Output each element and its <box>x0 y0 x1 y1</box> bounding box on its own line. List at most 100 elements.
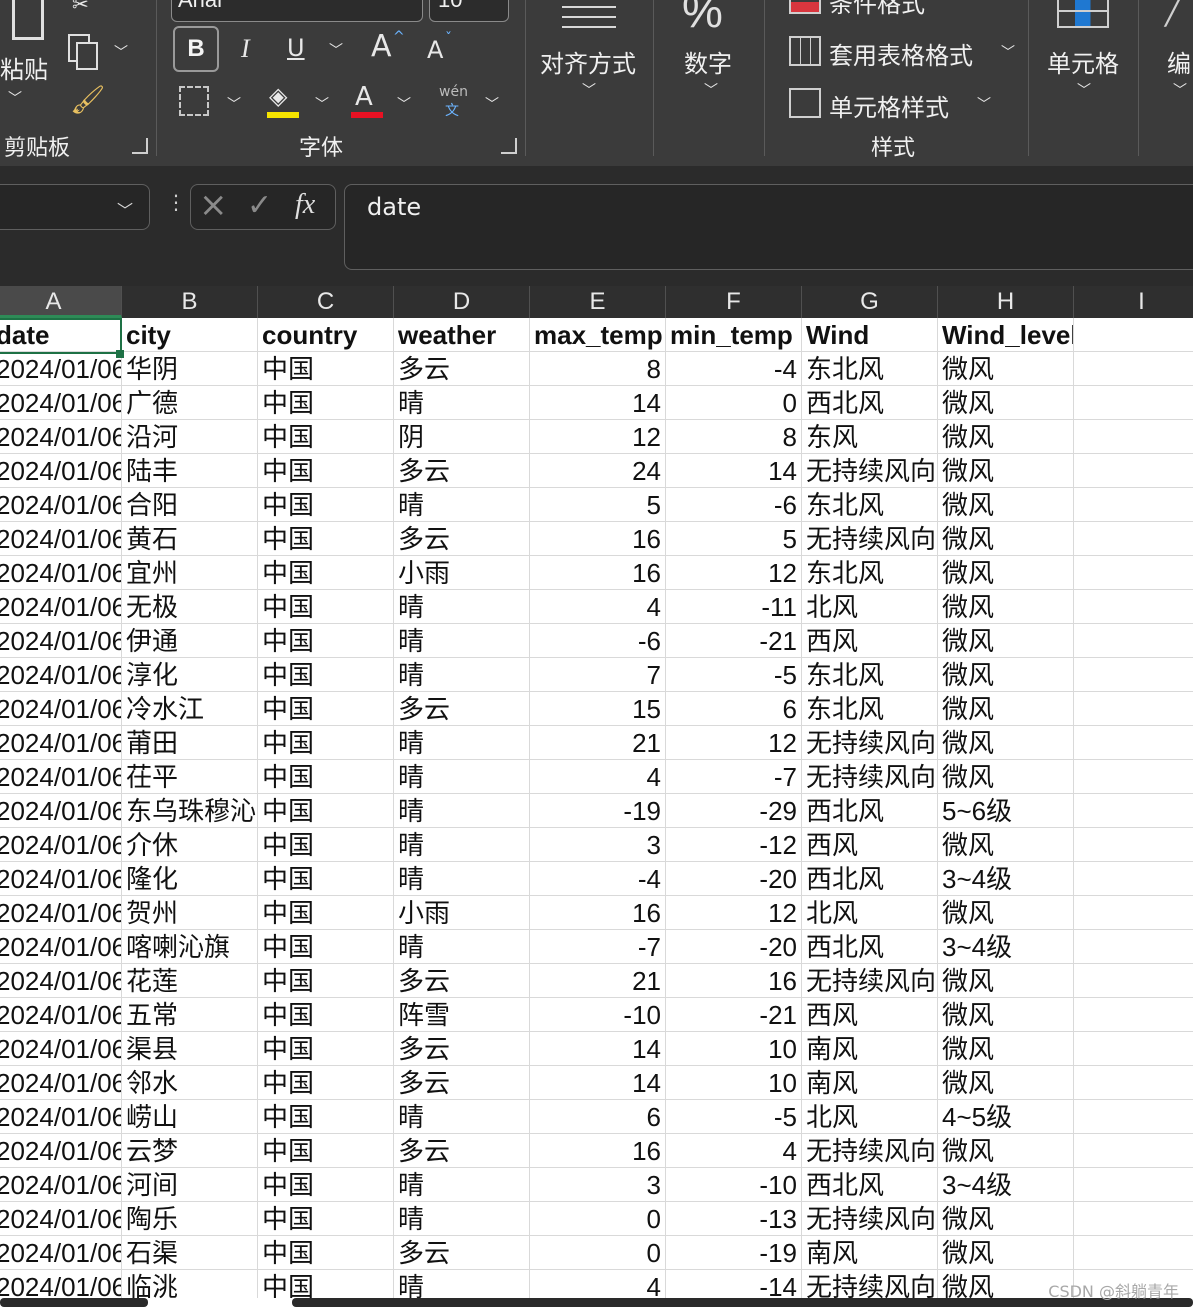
cell-e[interactable]: 16 <box>530 556 666 590</box>
cell-a[interactable]: 2024/01/06 <box>0 1202 122 1236</box>
empty-cell[interactable] <box>1074 896 1193 930</box>
cell-a[interactable]: 2024/01/06 <box>0 964 122 998</box>
empty-cell[interactable] <box>1074 964 1193 998</box>
cell-f[interactable]: -10 <box>666 1168 802 1202</box>
cell-h[interactable]: 微风 <box>938 726 1074 760</box>
cell-b[interactable]: 渠县 <box>122 1032 258 1066</box>
cell-h[interactable]: 微风 <box>938 692 1074 726</box>
cell-g[interactable]: 西北风 <box>802 794 938 828</box>
cell-e[interactable]: 0 <box>530 1236 666 1270</box>
cell-g[interactable]: 西北风 <box>802 386 938 420</box>
cell-g[interactable]: 西风 <box>802 828 938 862</box>
alignment-button[interactable]: 对齐方式 ﹀ <box>526 0 652 156</box>
cell-c[interactable]: 中国 <box>258 930 394 964</box>
cell-b[interactable]: 河间 <box>122 1168 258 1202</box>
cell-c[interactable]: 中国 <box>258 658 394 692</box>
cell-c[interactable]: 中国 <box>258 896 394 930</box>
cells-button[interactable]: 单元格 ﹀ <box>1029 0 1137 156</box>
cell-d[interactable]: 晴 <box>394 1100 530 1134</box>
cell-e[interactable]: 4 <box>530 760 666 794</box>
cell-b[interactable]: 无极 <box>122 590 258 624</box>
cell-styles-button[interactable]: 单元格样式 ﹀ <box>787 86 1023 122</box>
cell-a[interactable]: 2024/01/06 <box>0 658 122 692</box>
cell-h[interactable]: 4~5级 <box>938 1100 1074 1134</box>
borders-dropdown-icon[interactable]: ﹀ <box>227 94 241 114</box>
cell-c[interactable]: 中国 <box>258 964 394 998</box>
cell-f[interactable]: -13 <box>666 1202 802 1236</box>
cell-g[interactable]: 东北风 <box>802 658 938 692</box>
cell-e[interactable]: 15 <box>530 692 666 726</box>
font-size-select[interactable]: 10 ﹀ <box>429 0 509 22</box>
formula-bar-grip-icon[interactable]: ⋮ <box>166 192 186 212</box>
cell-h[interactable]: 微风 <box>938 1236 1074 1270</box>
cell-e[interactable]: 3 <box>530 828 666 862</box>
cell-a[interactable]: 2024/01/06 <box>0 760 122 794</box>
cell-a[interactable]: 2024/01/06 <box>0 522 122 556</box>
cell-c[interactable]: 中国 <box>258 1100 394 1134</box>
cell-f[interactable]: -6 <box>666 488 802 522</box>
underline-dropdown-icon[interactable]: ﹀ <box>329 40 343 60</box>
empty-cell[interactable] <box>1074 386 1193 420</box>
font-name-select[interactable]: Arial ﹀ <box>171 0 423 22</box>
cell-e[interactable]: -6 <box>530 624 666 658</box>
column-header-g[interactable]: G <box>802 286 938 318</box>
cell-f[interactable]: -5 <box>666 658 802 692</box>
cell-h[interactable]: 微风 <box>938 998 1074 1032</box>
cell-a[interactable]: 2024/01/06 <box>0 794 122 828</box>
cell-e[interactable]: 4 <box>530 590 666 624</box>
cell-c[interactable]: 中国 <box>258 828 394 862</box>
bold-button[interactable]: B <box>173 26 219 72</box>
insert-function-icon[interactable]: fx <box>295 189 315 221</box>
cell-g[interactable]: 无持续风向 <box>802 964 938 998</box>
cell-f[interactable]: -5 <box>666 1100 802 1134</box>
cell-d[interactable]: 多云 <box>394 1236 530 1270</box>
cell-g[interactable]: 无持续风向 <box>802 522 938 556</box>
cell-f[interactable]: 4 <box>666 1134 802 1168</box>
cell-e[interactable]: 14 <box>530 1066 666 1100</box>
clipboard-launcher-icon[interactable] <box>132 138 148 154</box>
empty-cell[interactable] <box>1074 1202 1193 1236</box>
cell-g[interactable]: 北风 <box>802 590 938 624</box>
cell-b[interactable]: 陆丰 <box>122 454 258 488</box>
cell-c[interactable]: 中国 <box>258 352 394 386</box>
cell-b[interactable]: 东乌珠穆沁 <box>122 794 258 828</box>
cell-c[interactable]: 中国 <box>258 1134 394 1168</box>
number-button[interactable]: % 数字 ﹀ <box>654 0 764 156</box>
cell-e[interactable]: 16 <box>530 522 666 556</box>
cell-e[interactable]: 12 <box>530 420 666 454</box>
cell-g[interactable]: 无持续风向 <box>802 1202 938 1236</box>
cell-d[interactable]: 晴 <box>394 828 530 862</box>
cell-a[interactable]: 2024/01/06 <box>0 556 122 590</box>
cell-g[interactable]: 无持续风向 <box>802 1134 938 1168</box>
cell-g[interactable]: 西北风 <box>802 930 938 964</box>
fill-color-dropdown-icon[interactable]: ﹀ <box>315 94 329 114</box>
cell-a[interactable]: 2024/01/06 <box>0 896 122 930</box>
phonetic-dropdown-icon[interactable]: ﹀ <box>485 94 499 114</box>
cell-d[interactable]: 晴 <box>394 930 530 964</box>
copy-icon[interactable] <box>68 34 98 70</box>
cell-g[interactable]: 南风 <box>802 1032 938 1066</box>
grow-font-button[interactable]: A <box>371 32 392 62</box>
cell-b[interactable]: 黄石 <box>122 522 258 556</box>
cell-h[interactable]: 3~4级 <box>938 862 1074 896</box>
column-header-c[interactable]: C <box>258 286 394 318</box>
cell-g[interactable]: 西风 <box>802 624 938 658</box>
conditional-format-button[interactable]: 条件格式 ﹀ <box>787 0 1023 18</box>
cell-h[interactable]: 微风 <box>938 760 1074 794</box>
cell-f[interactable]: 12 <box>666 896 802 930</box>
cell-c[interactable]: 中国 <box>258 386 394 420</box>
cell-d[interactable]: 多云 <box>394 522 530 556</box>
font-color-dropdown-icon[interactable]: ﹀ <box>397 94 411 114</box>
cell-f[interactable]: 12 <box>666 726 802 760</box>
cell-d[interactable]: 晴 <box>394 590 530 624</box>
enter-icon[interactable]: ✓ <box>247 189 272 222</box>
empty-cell[interactable] <box>1074 828 1193 862</box>
cell-a[interactable]: 2024/01/06 <box>0 726 122 760</box>
cell-b[interactable]: 喀喇沁旗 <box>122 930 258 964</box>
cell-f[interactable]: -4 <box>666 352 802 386</box>
empty-cell[interactable] <box>1074 318 1193 352</box>
cell-c[interactable]: 中国 <box>258 1066 394 1100</box>
cell-e[interactable]: 21 <box>530 726 666 760</box>
column-header-e[interactable]: E <box>530 286 666 318</box>
cell-f[interactable]: 8 <box>666 420 802 454</box>
